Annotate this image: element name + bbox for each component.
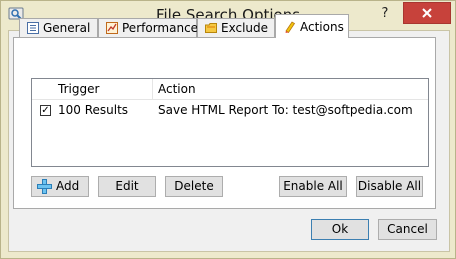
close-icon bbox=[422, 8, 432, 18]
list-icon bbox=[27, 22, 39, 34]
tab-exclude[interactable]: Exclude bbox=[197, 18, 275, 37]
cancel-button[interactable]: Cancel bbox=[378, 219, 437, 240]
add-button-label: Add bbox=[56, 179, 80, 193]
tab-performance-label: Performance bbox=[122, 21, 199, 35]
tab-actions[interactable]: Actions bbox=[275, 14, 349, 38]
tab-performance[interactable]: Performance bbox=[98, 18, 199, 37]
row-checkbox[interactable]: ✓ bbox=[40, 105, 51, 116]
tab-exclude-label: Exclude bbox=[221, 21, 269, 35]
actions-icon bbox=[285, 20, 296, 33]
actions-list[interactable]: Trigger Action ✓ 100 Results Save HTML R… bbox=[31, 78, 429, 167]
list-header: Trigger Action bbox=[32, 79, 428, 100]
help-button[interactable]: ? bbox=[372, 3, 398, 25]
tab-general[interactable]: General bbox=[19, 18, 98, 37]
list-item[interactable]: ✓ 100 Results Save HTML Report To: test@… bbox=[32, 100, 428, 120]
column-header-trigger[interactable]: Trigger bbox=[53, 79, 158, 99]
add-icon bbox=[37, 179, 52, 194]
row-action: Save HTML Report To: test@softpedia.com bbox=[158, 103, 413, 117]
performance-icon bbox=[106, 22, 118, 34]
add-button[interactable]: Add bbox=[31, 176, 89, 197]
ok-button[interactable]: Ok bbox=[311, 219, 369, 240]
folder-icon bbox=[205, 23, 217, 33]
enable-all-button[interactable]: Enable All bbox=[279, 176, 347, 197]
row-trigger: 100 Results bbox=[58, 103, 129, 117]
disable-all-button[interactable]: Disable All bbox=[356, 176, 423, 197]
tab-actions-label: Actions bbox=[300, 19, 344, 34]
tab-general-label: General bbox=[43, 21, 91, 35]
delete-button[interactable]: Delete bbox=[165, 176, 223, 197]
close-button[interactable] bbox=[403, 2, 451, 24]
edit-button[interactable]: Edit bbox=[98, 176, 156, 197]
column-header-action[interactable]: Action bbox=[153, 79, 423, 99]
dialog-window: File Search Options ? General Performanc… bbox=[0, 0, 456, 259]
